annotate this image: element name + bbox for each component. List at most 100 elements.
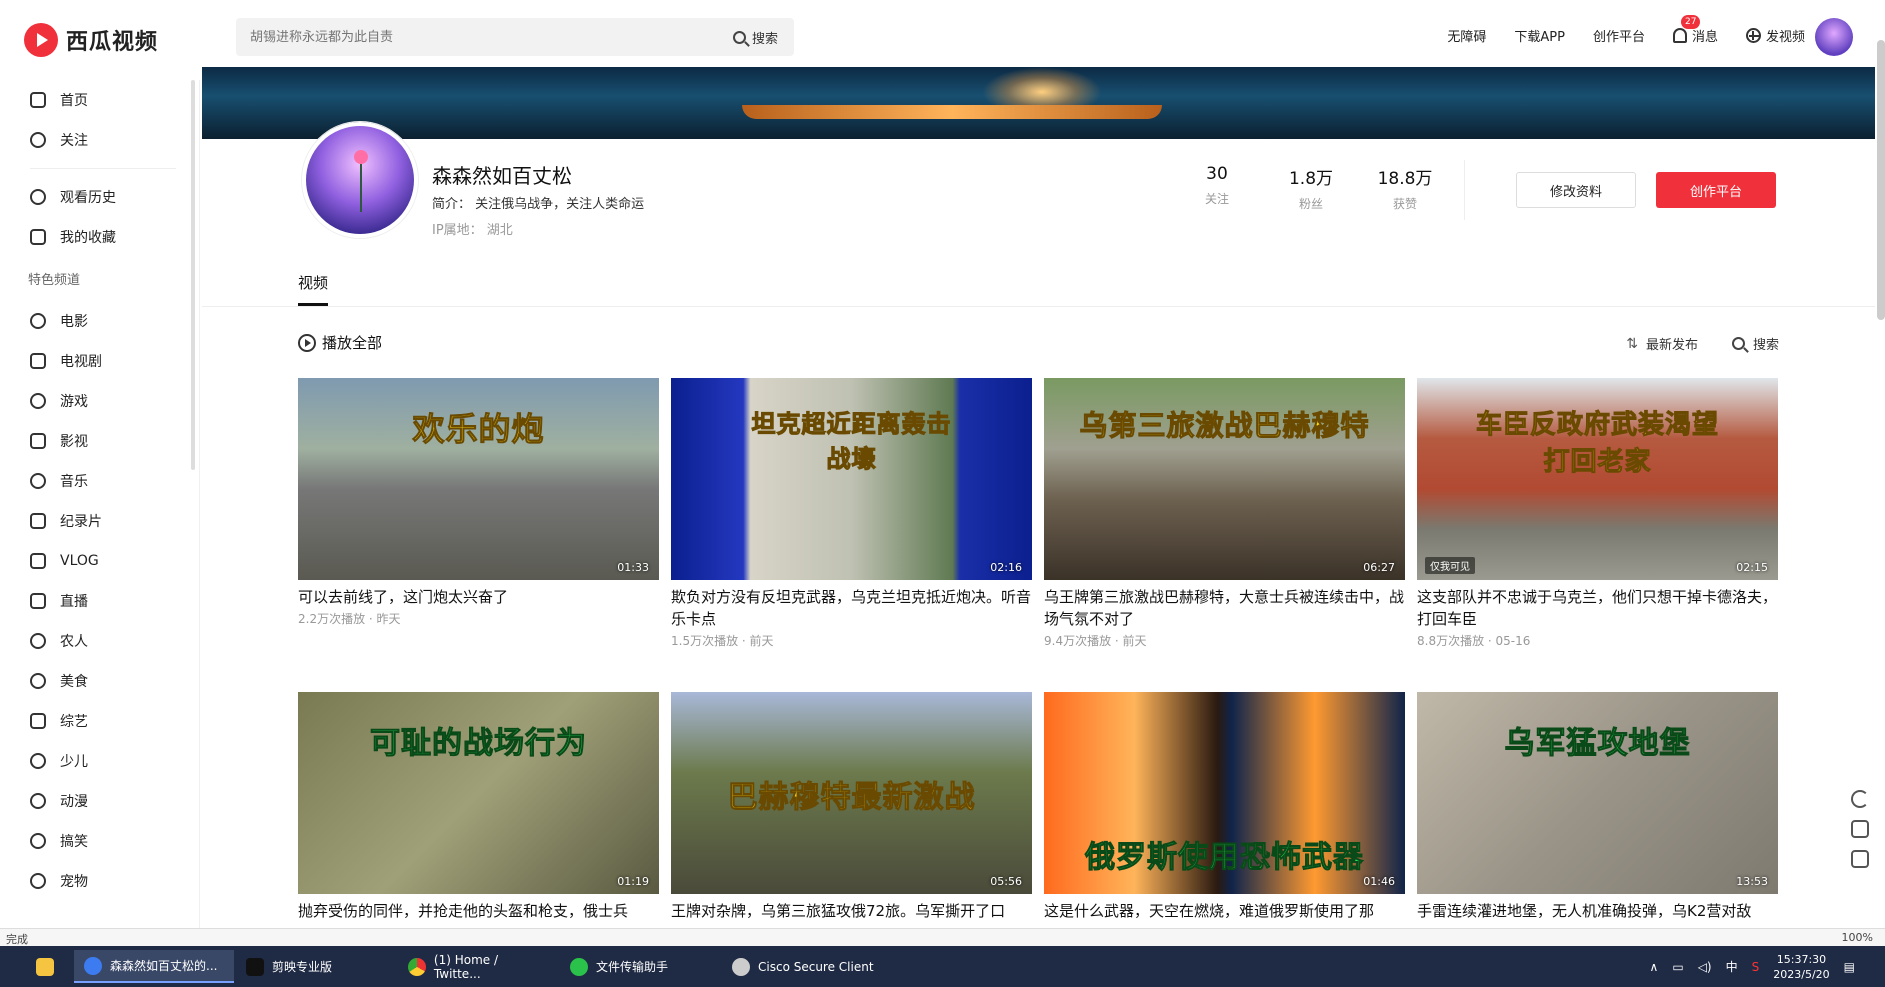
accessibility-link[interactable]: 无障碍 [1447, 26, 1486, 45]
sogou-icon[interactable]: S [1752, 960, 1760, 974]
monitor-icon[interactable] [1851, 820, 1869, 838]
sidebar-item-follow[interactable]: 关注 [0, 120, 199, 160]
download-app-link[interactable]: 下载APP [1514, 26, 1565, 45]
video-title[interactable]: 王牌对杂牌，乌第三旅猛攻俄72旅。乌军撕开了口 [671, 900, 1032, 922]
taskbar-app-capcut[interactable]: 剪映专业版 [236, 950, 396, 983]
sidebar-item-kids[interactable]: 少儿 [0, 741, 199, 781]
sidebar-item-tv[interactable]: 电视剧 [0, 341, 199, 381]
video-thumbnail[interactable]: 巴赫穆特最新激战 05:56 [671, 692, 1032, 894]
sidebar: 首页 关注 观看历史 我的收藏 特色频道 电影 电视剧 游戏 影视 音乐 纪录片… [0, 80, 200, 946]
sidebar-item-variety[interactable]: 综艺 [0, 701, 199, 741]
video-search-button[interactable]: 搜索 [1731, 334, 1779, 353]
video-title[interactable]: 这支部队并不忠诚于乌克兰，他们只想干掉卡德洛夫，打回车臣 [1417, 586, 1778, 630]
video-thumbnail[interactable]: 欢乐的炮 01:33 [298, 378, 659, 580]
stat-fans[interactable]: 1.8万 粉丝 [1264, 164, 1358, 212]
sort-latest-button[interactable]: ⇅ 最新发布 [1626, 334, 1698, 354]
sidebar-item-pets[interactable]: 宠物 [0, 861, 199, 901]
taskbar-app-chrome[interactable]: (1) Home / Twitte... [398, 950, 558, 983]
profile-avatar[interactable] [302, 122, 418, 238]
tray-chevron-icon[interactable]: ∧ [1650, 960, 1659, 974]
video-title[interactable]: 乌王牌第三旅激战巴赫穆特，大意士兵被连续击中，战场气氛不对了 [1044, 586, 1405, 630]
video-title[interactable]: 这是什么武器，天空在燃烧，难道俄罗斯使用了那 [1044, 900, 1405, 922]
dark-mode-icon[interactable] [1851, 790, 1869, 808]
video-thumbnail[interactable]: 车臣反政府武装渴望打回老家 仅我可见 02:15 [1417, 378, 1778, 580]
network-icon[interactable]: ▭ [1672, 960, 1683, 974]
tab-videos[interactable]: 视频 [298, 272, 329, 306]
page-scrollbar[interactable] [1877, 40, 1885, 320]
sidebar-item-documentary[interactable]: 纪录片 [0, 501, 199, 541]
clock-date: 2023/5/20 [1773, 967, 1830, 981]
sidebar-item-label: VLOG [60, 553, 99, 569]
video-grid: 欢乐的炮 01:33 可以去前线了，这门炮太兴奋了 2.2万次播放 · 昨天 坦… [298, 378, 1778, 946]
sidebar-item-farmer[interactable]: 农人 [0, 621, 199, 661]
sidebar-item-home[interactable]: 首页 [0, 80, 199, 120]
video-title[interactable]: 手雷连续灌进地堡，无人机准确投弹，乌K2营对敌 [1417, 900, 1778, 922]
movie-icon [30, 313, 46, 329]
sidebar-item-live[interactable]: 直播 [0, 581, 199, 621]
sidebar-item-history[interactable]: 观看历史 [0, 177, 199, 217]
sidebar-item-label: 关注 [60, 133, 88, 149]
feedback-icon[interactable] [1851, 850, 1869, 868]
ime-indicator[interactable]: 中 [1726, 958, 1738, 975]
video-card[interactable]: 乌第三旅激战巴赫穆特 06:27 乌王牌第三旅激战巴赫穆特，大意士兵被连续击中，… [1044, 378, 1405, 692]
upload-video-link[interactable]: 发视频 [1745, 26, 1805, 45]
file-explorer-button[interactable] [26, 950, 64, 983]
video-card[interactable]: 俄罗斯使用恐怖武器 01:46 这是什么武器，天空在燃烧，难道俄罗斯使用了那 [1044, 692, 1405, 946]
avatar-stem [360, 164, 362, 212]
search-button[interactable]: 搜索 [717, 18, 794, 56]
taskbar-clock[interactable]: 15:37:30 2023/5/20 [1773, 952, 1829, 982]
sidebar-scrollbar[interactable] [191, 80, 195, 470]
video-thumbnail[interactable]: 乌军猛攻地堡 13:53 [1417, 692, 1778, 894]
video-title[interactable]: 欺负对方没有反坦克武器，乌克兰坦克抵近炮决。听音乐卡点 [671, 586, 1032, 630]
video-card[interactable]: 乌军猛攻地堡 13:53 手雷连续灌进地堡，无人机准确投弹，乌K2营对敌 [1417, 692, 1778, 946]
creator-platform-button[interactable]: 创作平台 [1656, 172, 1776, 208]
sidebar-item-game[interactable]: 游戏 [0, 381, 199, 421]
sidebar-divider [30, 168, 176, 169]
sidebar-item-music[interactable]: 音乐 [0, 461, 199, 501]
sidebar-item-vlog[interactable]: VLOG [0, 541, 199, 581]
sidebar-item-film[interactable]: 影视 [0, 421, 199, 461]
video-thumbnail[interactable]: 乌第三旅激战巴赫穆特 06:27 [1044, 378, 1405, 580]
stat-likes: 18.8万 获赞 [1358, 164, 1452, 212]
video-toolbar: ⇅ 最新发布 搜索 [1626, 334, 1779, 354]
play-all-label: 播放全部 [322, 334, 383, 352]
taskbar-app-cisco[interactable]: Cisco Secure Client [722, 950, 892, 983]
video-thumbnail[interactable]: 俄罗斯使用恐怖武器 01:46 [1044, 692, 1405, 894]
search-input[interactable] [236, 18, 717, 56]
sidebar-item-movie[interactable]: 电影 [0, 301, 199, 341]
video-title[interactable]: 抛弃受伤的同伴，并抢走他的头盔和枪支，俄士兵 [298, 900, 659, 922]
user-avatar[interactable] [1815, 18, 1853, 56]
sidebar-item-funny[interactable]: 搞笑 [0, 821, 199, 861]
profile-description: 简介： 关注俄乌战争，关注人类命运 [432, 197, 645, 212]
thumbnail-caption: 巴赫穆特最新激战 [727, 780, 976, 816]
star-wand-icon [30, 713, 46, 729]
sidebar-item-anime[interactable]: 动漫 [0, 781, 199, 821]
volume-icon[interactable]: ◁) [1698, 960, 1712, 974]
messages-link[interactable]: 27 消息 [1672, 15, 1718, 45]
video-card[interactable]: 坦克超近距离轰击战壕 02:16 欺负对方没有反坦克武器，乌克兰坦克抵近炮决。听… [671, 378, 1032, 692]
video-card[interactable]: 巴赫穆特最新激战 05:56 王牌对杂牌，乌第三旅猛攻俄72旅。乌军撕开了口 [671, 692, 1032, 946]
logo[interactable]: 西瓜视频 [24, 22, 158, 58]
creator-platform-link[interactable]: 创作平台 [1593, 26, 1645, 45]
floating-tools [1851, 790, 1869, 868]
notification-icon[interactable]: ▤ [1844, 960, 1855, 974]
video-thumbnail[interactable]: 可耻的战场行为 01:19 [298, 692, 659, 894]
video-thumbnail[interactable]: 坦克超近距离轰击战壕 02:16 [671, 378, 1032, 580]
sidebar-item-label: 游戏 [60, 394, 88, 410]
video-card[interactable]: 可耻的战场行为 01:19 抛弃受伤的同伴，并抢走他的头盔和枪支，俄士兵 [298, 692, 659, 946]
zoom-level[interactable]: 100% [1842, 931, 1873, 944]
taskbar-app-wechat[interactable]: 文件传输助手 [560, 950, 720, 983]
sidebar-item-favorites[interactable]: 我的收藏 [0, 217, 199, 257]
play-all-button[interactable]: 播放全部 [298, 332, 382, 353]
video-card[interactable]: 车臣反政府武装渴望打回老家 仅我可见 02:15 这支部队并不忠诚于乌克兰，他们… [1417, 378, 1778, 692]
video-title[interactable]: 可以去前线了，这门炮太兴奋了 [298, 586, 659, 608]
heart-icon [30, 132, 46, 148]
edit-profile-button[interactable]: 修改资料 [1516, 172, 1636, 208]
food-icon [30, 673, 46, 689]
taskbar-app-browser[interactable]: 森森然如百丈松的... [74, 950, 234, 983]
thumbnail-caption: 乌第三旅激战巴赫穆特 [1079, 409, 1370, 443]
profile-ip-location: IP属地： 湖北 [432, 223, 513, 238]
stat-following[interactable]: 30 关注 [1170, 164, 1264, 212]
video-card[interactable]: 欢乐的炮 01:33 可以去前线了，这门炮太兴奋了 2.2万次播放 · 昨天 [298, 378, 659, 692]
sidebar-item-food[interactable]: 美食 [0, 661, 199, 701]
